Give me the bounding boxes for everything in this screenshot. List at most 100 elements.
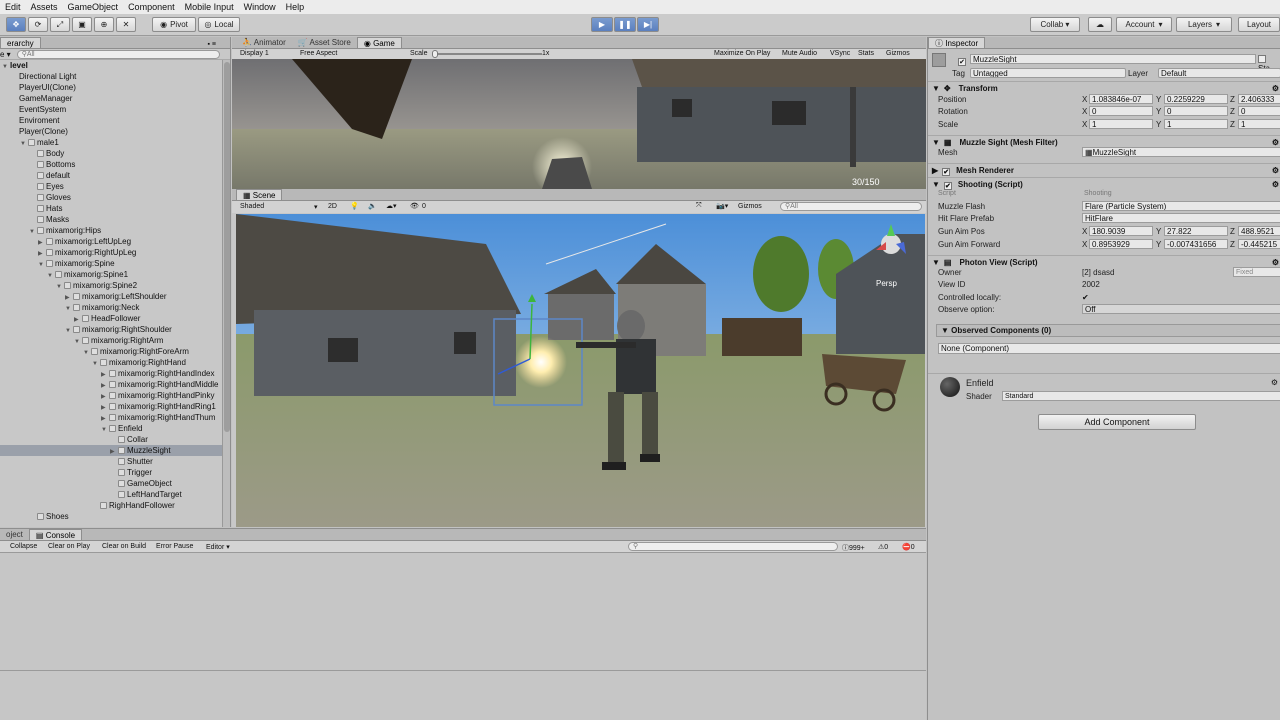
hierarchy-item[interactable]: ▼ male1 [0,137,222,148]
hierarchy-item[interactable]: Directional Light [0,71,222,82]
aim-fwd-z-field[interactable]: -0.445215 [1238,239,1280,249]
mesh-field[interactable]: ▦MuzzleSight [1082,147,1280,157]
expand-triangle-icon[interactable]: ▼ [101,425,109,434]
tab-inspector[interactable]: ⓘ Inspector [928,37,986,48]
hierarchy-item[interactable]: ▼ level [0,60,222,71]
shading-dropdown[interactable]: Shaded [240,203,264,210]
cloud-button[interactable]: ☁ [1088,17,1112,32]
clear-on-build-button[interactable]: Clear on Build [102,543,146,550]
tab-hierarchy[interactable]: erarchy [0,37,41,48]
hierarchy-search-input[interactable]: ⚲All [16,49,220,59]
stats-toggle[interactable]: Stats [858,50,874,57]
hierarchy-item[interactable]: ▼ mixamorig:RightHand [0,357,222,368]
static-checkbox[interactable] [1258,55,1266,63]
mesh-renderer-header[interactable]: ▶ ✔ Mesh Renderer ⚙ [928,163,1280,176]
hierarchy-item[interactable]: PlayerUI(Clone) [0,82,222,93]
position-x-field[interactable]: 1.083846e-07 [1089,94,1153,104]
observe-option-dropdown[interactable]: Off [1082,304,1280,314]
hierarchy-item[interactable]: ▶ mixamorig:RightHandMiddle [0,379,222,390]
hierarchy-item[interactable]: default [0,170,222,181]
hierarchy-item[interactable]: LeftHandTarget [0,489,222,500]
expand-triangle-icon[interactable]: ▼ [20,139,28,148]
pause-button[interactable]: ❚❚ [614,17,636,32]
hierarchy-item[interactable]: ▼ mixamorig:Neck [0,302,222,313]
warning-count[interactable]: ⚠0 [878,543,888,551]
aim-fwd-x-field[interactable]: 0.8953929 [1089,239,1153,249]
hierarchy-item[interactable]: Body [0,148,222,159]
observed-components-header[interactable]: ▼ Observed Components (0) [936,324,1280,337]
hierarchy-item[interactable]: ▶ MuzzleSight [0,445,222,456]
pivot-toggle[interactable]: ◉ Pivot [152,17,196,32]
menu-item-component[interactable]: Component [123,2,180,12]
aim-pos-z-field[interactable]: 488.9521 [1238,226,1280,236]
settings-icon[interactable]: ⚙ [1271,378,1278,387]
collapse-triangle-icon[interactable]: ▶ [101,392,109,401]
hit-flare-field[interactable]: HitFlare [1082,213,1280,223]
mode-2d-toggle[interactable]: 2D [328,203,337,210]
none-component-field[interactable]: None (Component) [938,343,1280,354]
game-gizmos-toggle[interactable]: Gizmos [886,50,910,57]
mesh-renderer-checkbox[interactable]: ✔ [942,168,951,176]
hierarchy-item[interactable]: ▶ mixamorig:RightHandRing1 [0,401,222,412]
settings-icon[interactable]: ⚙ [1272,164,1279,177]
collab-dropdown[interactable]: Collab ▾ [1030,17,1080,32]
scale-slider-handle[interactable] [432,50,438,58]
hierarchy-item[interactable]: RighHandFollower [0,500,222,511]
photon-view-header[interactable]: ▼ ▤ Photon View (Script) ⚙ [928,255,1280,268]
hierarchy-item[interactable]: GameManager [0,93,222,104]
expand-triangle-icon[interactable]: ▼ [74,337,82,346]
maximize-on-play-toggle[interactable]: Maximize On Play [714,50,770,57]
layer-dropdown[interactable]: Default [1158,68,1280,78]
hierarchy-item[interactable]: ▶ mixamorig:RightUpLeg [0,247,222,258]
scale-tool-button[interactable]: ⤢ [50,17,70,32]
camera-icon[interactable]: 📷▾ [716,202,728,210]
error-pause-button[interactable]: Error Pause [156,543,193,550]
settings-icon[interactable]: ⚙ [1272,178,1279,191]
menu-item-assets[interactable]: Assets [26,2,63,12]
editor-dropdown[interactable]: Editor ▾ [206,543,230,551]
console-search-input[interactable]: ⚲ [628,542,838,551]
position-y-field[interactable]: 0.2259229 [1164,94,1228,104]
custom-tool-button[interactable]: ✕ [116,17,136,32]
hierarchy-item[interactable]: Shoes [0,511,222,522]
layout-dropdown[interactable]: Layout [1238,17,1280,32]
hierarchy-item[interactable]: ▼ mixamorig:Spine [0,258,222,269]
display-dropdown[interactable]: Display 1 [240,50,269,57]
game-view[interactable]: 30/150 [232,59,926,189]
tab-asset-store[interactable]: 🛒 Asset Store [292,37,357,48]
add-component-button[interactable]: Add Component [1038,414,1196,430]
scene-view[interactable]: Persp [236,214,925,527]
shooting-header[interactable]: ▼ ✔ Shooting (Script) ⚙ [928,177,1280,190]
error-count[interactable]: ⛔0 [902,543,915,551]
expand-triangle-icon[interactable]: ▼ [92,359,100,368]
hierarchy-item[interactable]: Eyes [0,181,222,192]
tab-console[interactable]: ▤ Console [28,529,83,540]
scene-search-input[interactable]: ⚲All [780,202,922,211]
hierarchy-scrollbar[interactable] [222,60,230,527]
hidden-objects-icon[interactable]: 👁 [410,202,419,210]
menu-item-help[interactable]: Help [281,2,310,12]
play-button[interactable]: ▶ [591,17,613,32]
expand-triangle-icon[interactable]: ▼ [56,282,64,291]
clear-on-play-button[interactable]: Clear on Play [48,543,90,550]
vsync-toggle[interactable]: VSync [830,50,850,57]
hierarchy-item[interactable]: ▼ mixamorig:Spine2 [0,280,222,291]
expand-triangle-icon[interactable]: ▼ [47,271,55,280]
controlled-locally-checkbox[interactable]: ✔ [1082,293,1089,302]
hierarchy-item[interactable]: Shutter [0,456,222,467]
create-dropdown[interactable]: e ▾ [0,50,11,59]
hierarchy-item[interactable]: ▼ mixamorig:Hips [0,225,222,236]
expand-triangle-icon[interactable]: ▼ [65,326,73,335]
menu-item-window[interactable]: Window [239,2,281,12]
hierarchy-item[interactable]: Bottoms [0,159,222,170]
scale-z-field[interactable]: 1 [1238,119,1280,129]
persp-label[interactable]: Persp [876,279,897,288]
menu-item-gameobject[interactable]: GameObject [63,2,124,12]
rect-tool-button[interactable]: ▣ [72,17,92,32]
collapse-triangle-icon[interactable]: ▶ [101,403,109,412]
expand-triangle-icon[interactable]: ▼ [83,348,91,357]
aim-pos-y-field[interactable]: 27.822 [1164,226,1228,236]
hierarchy-item[interactable]: ▼ mixamorig:Spine1 [0,269,222,280]
collapse-triangle-icon[interactable]: ▶ [74,315,82,324]
hierarchy-item[interactable]: ▼ mixamorig:RightForeArm [0,346,222,357]
